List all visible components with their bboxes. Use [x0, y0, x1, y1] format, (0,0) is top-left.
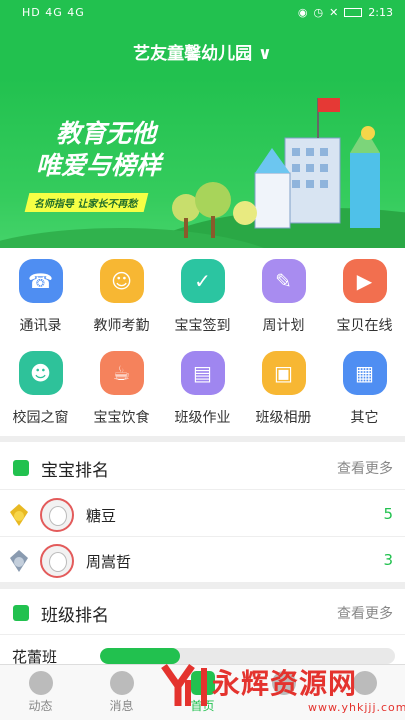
alarm-icon: ◷: [313, 6, 324, 19]
tab-home[interactable]: 首页: [162, 665, 243, 721]
message-icon: [109, 671, 134, 695]
gold-medal-icon: [10, 504, 28, 526]
baby-score: 3: [383, 551, 393, 569]
menu-item-label: 宝宝签到: [174, 318, 231, 334]
menu-item-label: 教师考勤: [93, 318, 150, 334]
menu-item-label: 班级相册: [255, 410, 312, 426]
menu-item-label: 校园之窗: [12, 410, 69, 426]
school-selector[interactable]: 艺友童馨幼儿园 ∨: [0, 30, 405, 78]
status-icons: ◉ ◷ ✕ 2:13: [298, 6, 393, 19]
menu-item[interactable]: ✎ 周计划: [243, 250, 324, 335]
slogan-line-2: 唯爱与榜样: [36, 151, 162, 180]
menu-item[interactable]: ☺ 教师考勤: [81, 250, 162, 335]
slogan-line-1: 教育无他: [56, 119, 157, 148]
class-rank-more-link[interactable]: 查看更多: [337, 603, 393, 623]
menu-item[interactable]: ▦ 其它: [324, 342, 405, 427]
class-progress-bar: [100, 648, 395, 664]
baby-rank-row[interactable]: 糖豆 5: [0, 491, 405, 537]
mute-icon: ✕: [329, 6, 339, 19]
menu-item-label: 宝宝饮食: [93, 410, 150, 426]
tab-label: 消息: [109, 699, 134, 713]
menu-item[interactable]: ▶ 宝贝在线: [324, 250, 405, 335]
family-icon: ☻: [18, 351, 63, 395]
grid-icon: ▦: [342, 351, 387, 395]
menu-item-label: 周计划: [262, 318, 305, 334]
class-progress-fill: [100, 648, 180, 664]
tab-label: 首页: [190, 699, 215, 713]
network-indicators: HD 4G 4G: [22, 6, 85, 19]
menu-item[interactable]: ☻ 校园之窗: [0, 342, 81, 427]
menu-item[interactable]: ✓ 宝宝签到: [162, 250, 243, 335]
teacher-icon: ☺: [99, 259, 144, 303]
book-icon: ▤: [180, 351, 225, 395]
baby-name: 糖豆: [86, 507, 117, 525]
rank-chart-icon: [13, 460, 29, 476]
baby-name: 周嵩哲: [86, 553, 132, 571]
menu-item-label: 其它: [350, 410, 379, 426]
status-time: 2:13: [368, 6, 393, 19]
baby-rank-header: 宝宝排名 查看更多: [0, 444, 405, 490]
silver-medal-icon: [10, 550, 28, 572]
menu-item-label: 通讯录: [19, 318, 62, 334]
home-icon: [190, 671, 215, 695]
tab-5[interactable]: [324, 665, 405, 721]
bottom-tab-bar: 动态 消息 首页: [0, 664, 405, 720]
menu-item[interactable]: ☕ 宝宝饮食: [81, 342, 162, 427]
baby-rank-row[interactable]: 周嵩哲 3: [0, 537, 405, 583]
edit-icon: ✎: [261, 259, 306, 303]
divider: [0, 436, 405, 442]
avatar: [40, 498, 74, 532]
menu-item[interactable]: ☎ 通讯录: [0, 250, 81, 335]
photo-icon: ▣: [261, 351, 306, 395]
avatar: [40, 544, 74, 578]
eye-icon: ◉: [297, 6, 308, 19]
class-icon: [13, 605, 29, 621]
menu-item-label: 班级作业: [174, 410, 231, 426]
baby-rank-title: 宝宝排名: [41, 461, 109, 481]
class-rank-title: 班级排名: [41, 606, 109, 626]
tab-4[interactable]: [243, 665, 324, 721]
tab-label: 动态: [28, 699, 53, 713]
menu-item[interactable]: ▤ 班级作业: [162, 342, 243, 427]
banner-tag: 名师指导 让家长不再愁: [24, 193, 149, 212]
banner-slogan: 教育无他 唯爱与榜样: [36, 118, 161, 182]
calendar-check-icon: ✓: [180, 259, 225, 303]
class-rank-header: 班级排名 查看更多: [0, 589, 405, 635]
tab-icon: [271, 671, 296, 695]
battery-icon: [344, 8, 363, 17]
food-icon: ☕: [99, 351, 144, 395]
baby-score: 5: [383, 505, 393, 523]
contacts-icon: ☎: [18, 259, 63, 303]
menu-item-label: 宝贝在线: [336, 318, 393, 334]
dynamics-icon: [28, 671, 53, 695]
tab-icon: [352, 671, 377, 695]
banner[interactable]: 教育无他 唯爱与榜样 名师指导 让家长不再愁: [0, 78, 405, 248]
baby-rank-more-link[interactable]: 查看更多: [337, 458, 393, 478]
menu-item[interactable]: ▣ 班级相册: [243, 342, 324, 427]
video-icon: ▶: [342, 259, 387, 303]
tab-dynamics[interactable]: 动态: [0, 665, 81, 721]
tab-messages[interactable]: 消息: [81, 665, 162, 721]
status-bar: HD 4G 4G ◉ ◷ ✕ 2:13: [0, 0, 405, 30]
